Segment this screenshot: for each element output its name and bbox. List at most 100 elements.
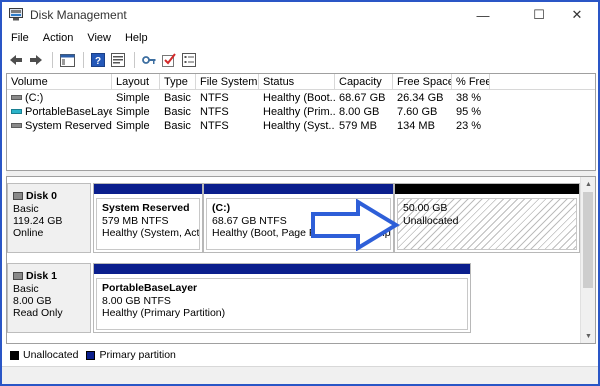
volume-list[interactable]: Volume Layout Type File System Status Ca…	[6, 73, 596, 171]
primary-partition-bar	[94, 184, 202, 194]
title-bar[interactable]: Disk Management — ☐ ✕	[2, 2, 598, 28]
menu-view[interactable]: View	[80, 32, 118, 44]
volume-layout: Simple	[116, 106, 150, 118]
volume-type: Basic	[164, 106, 191, 118]
partition-size: 579 MB NTFS	[102, 214, 169, 227]
column-header-layout[interactable]: Layout	[112, 74, 160, 90]
volume-type: Basic	[164, 120, 191, 132]
disk-graphical-view[interactable]: Disk 0 Basic 119.24 GB Online System Res…	[6, 176, 596, 344]
disk-type: Basic	[13, 283, 39, 295]
volume-capacity: 68.67 GB	[339, 92, 386, 104]
partition-status: Healthy (System, Activ	[102, 227, 200, 239]
minimize-button[interactable]: —	[460, 2, 506, 28]
volume-list-header: Volume Layout Type File System Status Ca…	[7, 74, 595, 90]
volume-capacity: 579 MB	[339, 120, 377, 132]
legend-label: Unallocated	[23, 349, 79, 361]
scroll-down-arrow-icon[interactable]: ▼	[581, 329, 596, 343]
volume-row[interactable]: PortableBaseLayer Simple Basic NTFS Heal…	[7, 105, 595, 119]
legend-item-unallocated: Unallocated	[10, 349, 78, 361]
toolbar-separator	[52, 52, 53, 68]
disk-icon	[13, 192, 23, 200]
volume-free-space: 26.34 GB	[397, 92, 444, 104]
partition-portablebaselayer[interactable]: PortableBaseLayer 8.00 GB NTFS Healthy (…	[93, 263, 471, 333]
partition-status: Healthy (Primary Partition)	[102, 307, 226, 319]
disk-state: Online	[13, 227, 44, 239]
menu-bar: File Action View Help	[2, 28, 598, 48]
column-header-free-space[interactable]: Free Space	[393, 74, 452, 90]
menu-action[interactable]: Action	[36, 32, 81, 44]
unallocated-bar	[395, 184, 579, 194]
disk-0-info[interactable]: Disk 0 Basic 119.24 GB Online	[7, 183, 91, 253]
partition-size: 50.00 GB	[403, 202, 448, 214]
column-header-volume[interactable]: Volume	[7, 74, 112, 90]
volume-name: (C:)	[25, 92, 44, 104]
properties-icon	[111, 53, 125, 67]
maximize-icon: ☐	[533, 7, 545, 22]
menu-file[interactable]: File	[2, 32, 36, 44]
legend-item-primary: Primary partition	[86, 349, 176, 361]
column-header-status[interactable]: Status	[259, 74, 335, 90]
disk-icon	[13, 272, 23, 280]
partition-system-reserved[interactable]: System Reserved 579 MB NTFS Healthy (Sys…	[93, 183, 203, 253]
check-disk-button[interactable]	[160, 51, 178, 69]
help-button[interactable]: ?	[89, 51, 107, 69]
volume-layout: Simple	[116, 120, 150, 132]
back-button[interactable]	[7, 51, 25, 69]
primary-partition-bar	[94, 264, 470, 274]
column-header-percent-free[interactable]: % Free	[452, 74, 490, 90]
volume-row[interactable]: System Reserved Simple Basic NTFS Health…	[7, 119, 595, 133]
close-icon: ✕	[571, 7, 583, 22]
list-icon	[182, 53, 196, 67]
disk-1-info[interactable]: Disk 1 Basic 8.00 GB Read Only	[7, 263, 91, 333]
forward-arrow-icon	[30, 55, 42, 65]
volume-status: Healthy (Boot...	[263, 92, 335, 104]
toolbar: ?	[2, 48, 598, 72]
list-view-button[interactable]	[180, 51, 198, 69]
unallocated-swatch	[10, 350, 19, 360]
legend-label: Primary partition	[99, 349, 176, 361]
status-bar	[2, 366, 598, 384]
volume-row[interactable]: (C:) Simple Basic NTFS Healthy (Boot... …	[7, 91, 595, 105]
column-header-capacity[interactable]: Capacity	[335, 74, 393, 90]
drive-icon	[11, 122, 22, 128]
partition-title: System Reserved	[102, 202, 190, 214]
scroll-up-arrow-icon[interactable]: ▲	[581, 177, 596, 191]
volume-file-system: NTFS	[200, 106, 229, 118]
back-arrow-icon	[10, 55, 22, 65]
forward-button[interactable]	[27, 51, 45, 69]
column-header-type[interactable]: Type	[160, 74, 196, 90]
svg-text:?: ?	[95, 56, 101, 67]
volume-file-system: NTFS	[200, 92, 229, 104]
check-icon	[162, 53, 176, 67]
connect-key-button[interactable]	[140, 51, 158, 69]
partition-size: 8.00 GB NTFS	[102, 294, 171, 307]
partition-status: Unallocated	[403, 214, 459, 227]
partition-unallocated[interactable]: 50.00 GB Unallocated	[394, 183, 580, 253]
usb-drive-icon	[11, 108, 22, 114]
disk-state: Read Only	[13, 307, 63, 319]
help-icon: ?	[91, 53, 105, 67]
scrollbar-thumb[interactable]	[583, 192, 593, 288]
toolbar-separator	[134, 52, 135, 68]
volume-status: Healthy (Syst...	[263, 120, 335, 132]
volume-percent-free: 38 %	[456, 92, 482, 104]
properties-button[interactable]	[109, 51, 127, 69]
close-button[interactable]: ✕	[554, 2, 600, 28]
disk-type: Basic	[13, 203, 39, 215]
volume-status: Healthy (Prim...	[263, 106, 335, 118]
column-header-file-system[interactable]: File System	[196, 74, 259, 90]
volume-layout: Simple	[116, 92, 150, 104]
window-title: Disk Management	[30, 8, 127, 22]
menu-help[interactable]: Help	[118, 32, 155, 44]
minimize-icon: —	[476, 7, 490, 23]
show-hide-console-tree-button[interactable]	[58, 51, 76, 69]
volume-type: Basic	[164, 92, 191, 104]
drive-icon	[11, 94, 22, 100]
disk-size: 8.00 GB	[13, 295, 52, 307]
volume-percent-free: 95 %	[456, 106, 482, 118]
annotation-arrow-icon	[311, 199, 400, 251]
vertical-scrollbar[interactable]: ▲ ▼	[580, 177, 595, 343]
disk-name: Disk 0	[26, 190, 57, 202]
volume-free-space: 7.60 GB	[397, 106, 438, 118]
volume-name: PortableBaseLayer	[25, 106, 112, 118]
